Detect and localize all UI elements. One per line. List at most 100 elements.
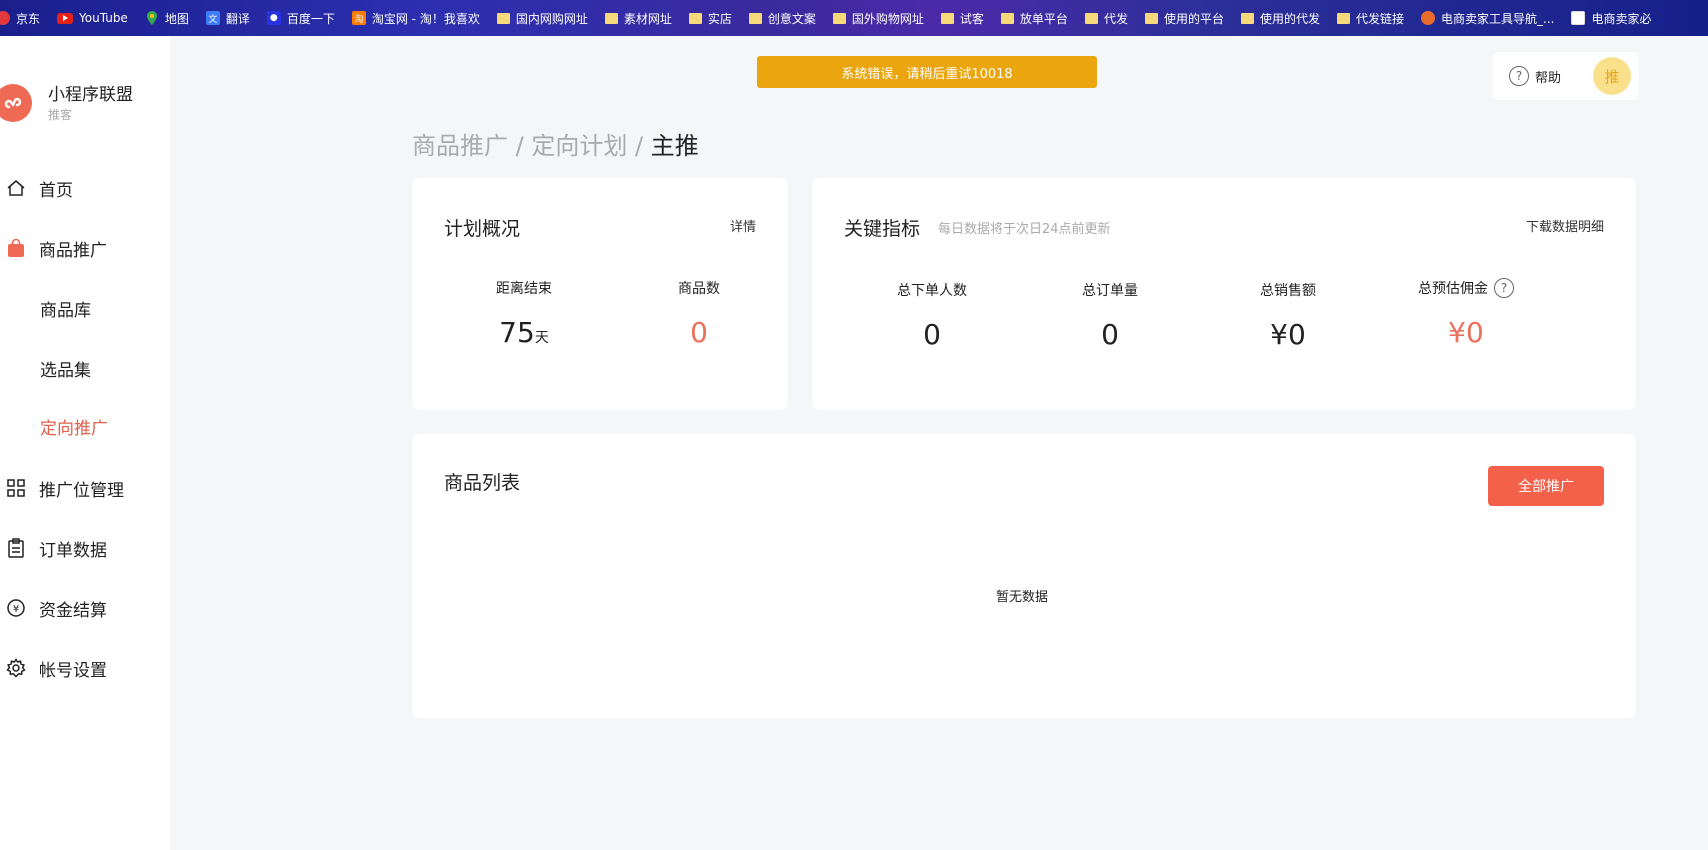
bookmarks-bar: 京东 YouTube 地图 文翻译 ● 百度一下 淘淘宝网 - 淘！我喜欢 国内网…: [0, 0, 1708, 36]
bookmark-label: 地图: [164, 11, 189, 26]
clipboard-icon: [4, 536, 28, 560]
nav-label: 帐号设置: [39, 660, 107, 681]
nav-label: 商品库: [40, 300, 91, 321]
bookmark-folder[interactable]: 代发: [1079, 0, 1139, 36]
nav-fund-settlement[interactable]: ¥ 资金结算: [0, 588, 170, 628]
folder-icon: [688, 12, 702, 24]
bookmark-label: 使用的代发: [1259, 11, 1320, 26]
brand: 小程序联盟 推客: [0, 76, 170, 136]
key-metrics-title: 关键指标: [844, 218, 921, 240]
product-count-metric: 商品数 0: [629, 278, 769, 349]
promote-all-button[interactable]: 全部推广: [1488, 466, 1604, 506]
nav-selection-set[interactable]: 选品集: [0, 348, 170, 388]
nav-placement-management[interactable]: 推广位管理: [0, 468, 170, 508]
bookmark-label: YouTube: [79, 11, 128, 25]
bookmark-label: 素材网址: [623, 11, 672, 26]
metric-label: 商品数: [678, 281, 720, 297]
metric-label: 总下单人数: [897, 283, 967, 299]
bookmark-label: 翻译: [225, 11, 250, 26]
bookmark-folder[interactable]: 试客: [935, 0, 995, 36]
product-list-title: 商品列表: [444, 472, 521, 494]
folder-icon: [1000, 12, 1014, 24]
folder-icon: [1336, 12, 1350, 24]
bookmark-label: 使用的平台: [1163, 11, 1224, 26]
bookmark-folder[interactable]: 代发链接: [1331, 0, 1415, 36]
nav-home[interactable]: 首页: [0, 168, 170, 208]
bookmark-folder[interactable]: 放单平台: [995, 0, 1079, 36]
metric-value: ¥0: [1270, 318, 1306, 351]
plan-overview-card: 计划概况 详情 距离结束 75天 商品数 0: [412, 178, 788, 410]
breadcrumb: 商品推广 / 定向计划 / 主推: [412, 126, 699, 161]
bookmark-folder[interactable]: 使用的平台: [1139, 0, 1235, 36]
help-label: 帮助: [1535, 70, 1562, 86]
bookmark-label: 创意文案: [767, 11, 816, 26]
metric-label: 总销售额: [1260, 283, 1316, 299]
bookmark-label: 实店: [707, 11, 732, 26]
nav-label: 选品集: [40, 360, 91, 381]
breadcrumb-item[interactable]: 商品推广: [412, 132, 508, 160]
bookmark-folder[interactable]: 国内网购网址: [491, 0, 599, 36]
bookmark-youtube[interactable]: YouTube: [51, 0, 139, 36]
bookmark-label: 代发链接: [1355, 11, 1404, 26]
plan-detail-link[interactable]: 详情: [730, 216, 756, 235]
bookmark-label: 电商卖家必: [1591, 11, 1652, 26]
folder-icon: [832, 12, 846, 24]
breadcrumb-separator: /: [635, 132, 644, 160]
plan-overview-title: 计划概况: [444, 218, 521, 240]
estimated-commission-metric: 总预估佣金 ? ¥0: [1396, 278, 1536, 349]
taobao-icon: 淘: [351, 11, 366, 25]
bookmark-taobao[interactable]: 淘淘宝网 - 淘！我喜欢: [346, 0, 491, 36]
metric-value: 75天: [499, 316, 549, 349]
folder-icon: [940, 12, 954, 24]
metric-value: ¥0: [1448, 316, 1484, 349]
baidu-icon: ●: [266, 11, 281, 25]
folder-icon: [604, 12, 618, 24]
nav-product-promotion[interactable]: 商品推广: [0, 228, 170, 268]
bookmark-label: 国内网购网址: [515, 11, 588, 26]
total-buyers-metric: 总下单人数 0: [862, 280, 1002, 351]
bookmark-label: 放单平台: [1019, 11, 1068, 26]
nav-targeted-promotion[interactable]: 定向推广: [0, 406, 170, 446]
bookmark-folder[interactable]: 国外购物网址: [827, 0, 935, 36]
nav-label: 商品推广: [39, 240, 107, 261]
nav-label: 定向推广: [40, 418, 108, 439]
bookmark-baidu[interactable]: ● 百度一下: [261, 0, 346, 36]
metric-label: 距离结束: [496, 281, 552, 297]
brand-role: 推客: [48, 108, 73, 122]
brand-name: 小程序联盟: [48, 85, 133, 105]
help-icon: ?: [1509, 66, 1529, 86]
bookmark-tools[interactable]: 电商卖家工具导航_...: [1415, 0, 1565, 36]
bookmark-folder[interactable]: 使用的代发: [1235, 0, 1331, 36]
nav-account-settings[interactable]: 帐号设置: [0, 648, 170, 688]
nav-label: 推广位管理: [39, 480, 124, 501]
total-orders-metric: 总订单量 0: [1040, 280, 1180, 351]
help-button[interactable]: ? 帮助: [1509, 66, 1561, 86]
sidebar: 小程序联盟 推客 首页 商品推广 商品库 选品集 定向推广 推广位管理 订单数据…: [0, 36, 170, 850]
yuan-icon: ¥: [4, 596, 28, 620]
bookmark-translate[interactable]: 文翻译: [200, 0, 261, 36]
bookmark-label: 国外购物网址: [851, 11, 924, 26]
folder-icon: [1084, 12, 1098, 24]
avatar[interactable]: 推: [1593, 57, 1631, 95]
bookmark-map[interactable]: 地图: [139, 0, 200, 36]
metric-label-row: 总预估佣金 ?: [1396, 278, 1536, 298]
nav-product-library[interactable]: 商品库: [0, 288, 170, 328]
breadcrumb-item[interactable]: 定向计划: [531, 132, 627, 160]
question-circle-icon[interactable]: ?: [1494, 278, 1514, 298]
svg-text:¥: ¥: [13, 604, 19, 615]
bookmark-folder[interactable]: 实店: [683, 0, 743, 36]
shop-icon: [1571, 11, 1586, 25]
key-metrics-card: 关键指标 每日数据将于次日24点前更新 下载数据明细 总下单人数 0 总订单量 …: [812, 178, 1636, 410]
nav-order-data[interactable]: 订单数据: [0, 528, 170, 568]
bookmark-folder[interactable]: 创意文案: [743, 0, 827, 36]
bookmark-jd[interactable]: 京东: [0, 0, 51, 36]
gear-icon: [4, 656, 28, 680]
bookmark-folder[interactable]: 素材网址: [599, 0, 683, 36]
total-sales-metric: 总销售额 ¥0: [1218, 280, 1358, 351]
map-pin-icon: [145, 11, 159, 25]
bookmark-shop[interactable]: 电商卖家必: [1565, 0, 1662, 36]
folder-icon: [1144, 12, 1158, 24]
miniprogram-logo-icon: [0, 84, 32, 122]
download-data-link[interactable]: 下载数据明细: [1526, 216, 1604, 235]
product-list-card: 商品列表: [412, 434, 1636, 718]
